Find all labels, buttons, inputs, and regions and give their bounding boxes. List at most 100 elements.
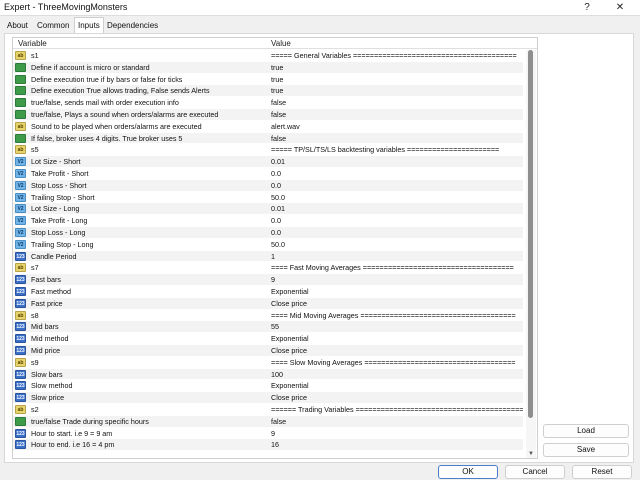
column-header-value[interactable]: Value [271,39,291,48]
variable-value[interactable]: ===== TP/SL/TS/LS backtesting variables … [271,144,523,156]
table-row[interactable]: 123 Hour to end. i.e 16 = 4 pm 16 [13,439,523,452]
table-row[interactable]: ab s1 ===== General Variables ============… [13,50,523,62]
variable-value[interactable]: Close price [271,298,523,310]
variable-name: Candle Period [31,251,77,261]
title-bar: Expert - ThreeMovingMonsters ? ✕ [0,0,640,16]
table-row[interactable]: V2 Lot Size - Long 0.01 [13,203,523,216]
table-row[interactable]: true/false, sends mail with order execut… [13,97,523,109]
variable-value[interactable]: 100 [271,369,523,381]
table-row[interactable]: true/false, Plays a sound when orders/al… [13,108,523,121]
table-row[interactable]: 123 Slow bars 100 [13,368,523,381]
table-row[interactable]: ab s2 ====== Trading Variables ===========… [13,404,523,416]
table-row[interactable]: ab s7 ==== Fast Moving Averages ==========… [13,262,523,275]
variable-value[interactable]: 0.0 [271,168,523,180]
table-row[interactable]: V2 Stop Loss - Long 0.0 [13,226,523,239]
variable-name: Fast bars [31,275,61,285]
variable-name: s9 [31,357,39,367]
variable-value[interactable]: true [271,85,523,97]
variable-name: Mid method [31,334,69,344]
variable-value[interactable]: true [271,62,523,74]
variable-value[interactable]: false [271,416,523,428]
variable-value[interactable]: 9 [271,274,523,286]
tab-common[interactable]: Common [34,18,72,33]
variable-name: s8 [31,310,39,320]
variable-value[interactable]: 9 [271,428,523,440]
table-row[interactable]: ab s9 ==== Slow Moving Averages ==========… [13,357,523,369]
table-row[interactable]: 123 Slow price Close price [13,392,523,404]
variable-value[interactable]: true [271,74,523,86]
grid-rows: ab s1 ===== General Variables ============… [13,50,523,452]
variable-value[interactable]: false [271,133,523,145]
variable-value[interactable]: 0.0 [271,215,523,227]
help-button[interactable]: ? [578,1,596,15]
table-row[interactable]: V2 Lot Size - Short 0.01 [13,156,523,168]
table-row[interactable]: Define execution True allows trading, Fa… [13,85,523,98]
variable-value[interactable]: 55 [271,321,523,333]
table-row[interactable]: 123 Fast method Exponential [13,286,523,298]
variable-value[interactable]: 50.0 [271,239,523,251]
variable-value[interactable]: Exponential [271,333,523,345]
table-row[interactable]: V2 Take Profit - Short 0.0 [13,168,523,180]
dbl-type-icon: V2 [15,180,26,190]
variable-name: Slow bars [31,369,63,379]
variable-value[interactable]: 0.0 [271,180,523,192]
table-row[interactable]: 123 Mid method Exponential [13,333,523,345]
cancel-button[interactable]: Cancel [505,465,565,479]
table-row[interactable]: ab s8 ==== Mid Moving Averages ===========… [13,310,523,322]
table-row[interactable]: V2 Trailing Stop - Short 50.0 [13,192,523,204]
scroll-down-arrow-icon[interactable]: ▼ [527,450,535,458]
int-type-icon: 123 [15,322,26,332]
variable-value[interactable]: false [271,97,523,109]
variable-value[interactable]: 0.01 [271,156,523,168]
variable-value[interactable]: ==== Fast Moving Averages ==============… [271,262,523,274]
table-row[interactable]: true/false Trade during specific hours fa… [13,415,523,428]
variable-value[interactable]: Close price [271,392,523,404]
variable-value[interactable]: ==== Slow Moving Averages ==============… [271,357,523,369]
vertical-scrollbar[interactable]: ▼ [526,50,536,458]
variable-value[interactable]: 16 [271,439,523,451]
variable-value[interactable]: alert.wav [271,121,523,133]
table-row[interactable]: ab Sound to be played when orders/alarms … [13,121,523,133]
load-button[interactable]: Load [543,424,629,438]
table-row[interactable]: Define if account is micro or standard tr… [13,61,523,74]
variable-name: s2 [31,404,39,414]
reset-button[interactable]: Reset [572,465,632,479]
variable-name: Stop Loss - Long [31,227,86,237]
variable-name: true/false Trade during specific hours [31,416,149,426]
table-row[interactable]: 123 Fast price Close price [13,297,523,310]
table-row[interactable]: ab s5 ===== TP/SL/TS/LS backtesting variab… [13,144,523,157]
tab-inputs[interactable]: Inputs [74,17,104,34]
variable-value[interactable]: ====== Trading Variables ===============… [271,404,523,416]
variable-value[interactable]: Exponential [271,380,523,392]
table-row[interactable]: Define execution true if by bars or fals… [13,74,523,86]
scrollbar-thumb[interactable] [528,50,533,418]
save-button[interactable]: Save [543,443,629,457]
bool-type-icon [15,62,26,72]
variable-value[interactable]: 0.0 [271,227,523,239]
table-row[interactable]: V2 Stop Loss - Short 0.0 [13,179,523,192]
variable-value[interactable]: ==== Mid Moving Averages ===============… [271,310,523,322]
variable-name: Fast method [31,286,71,296]
table-row[interactable]: V2 Take Profit - Long 0.0 [13,215,523,227]
table-row[interactable]: If false, broker uses 4 digits. True bro… [13,132,523,145]
column-header-variable[interactable]: Variable [18,39,47,48]
variable-value[interactable]: 0.01 [271,203,523,215]
table-row[interactable]: 123 Hour to start. i.e 9 = 9 am 9 [13,428,523,440]
variable-value[interactable]: ===== General Variables ================… [271,50,523,62]
variable-name: s1 [31,51,39,60]
table-row[interactable]: V2 Trailing Stop - Long 50.0 [13,239,523,251]
tab-about[interactable]: About [4,18,31,33]
table-row[interactable]: 123 Candle Period 1 [13,250,523,263]
variable-value[interactable]: Exponential [271,286,523,298]
table-row[interactable]: 123 Fast bars 9 [13,274,523,286]
variable-value[interactable]: false [271,109,523,121]
variable-value[interactable]: 1 [271,251,523,263]
variable-value[interactable]: 50.0 [271,192,523,204]
tab-dependencies[interactable]: Dependencies [104,18,161,33]
close-button[interactable]: ✕ [611,1,629,15]
table-row[interactable]: 123 Mid price Close price [13,344,523,357]
table-row[interactable]: 123 Mid bars 55 [13,321,523,334]
ok-button[interactable]: OK [438,465,498,479]
variable-value[interactable]: Close price [271,345,523,357]
table-row[interactable]: 123 Slow method Exponential [13,380,523,393]
